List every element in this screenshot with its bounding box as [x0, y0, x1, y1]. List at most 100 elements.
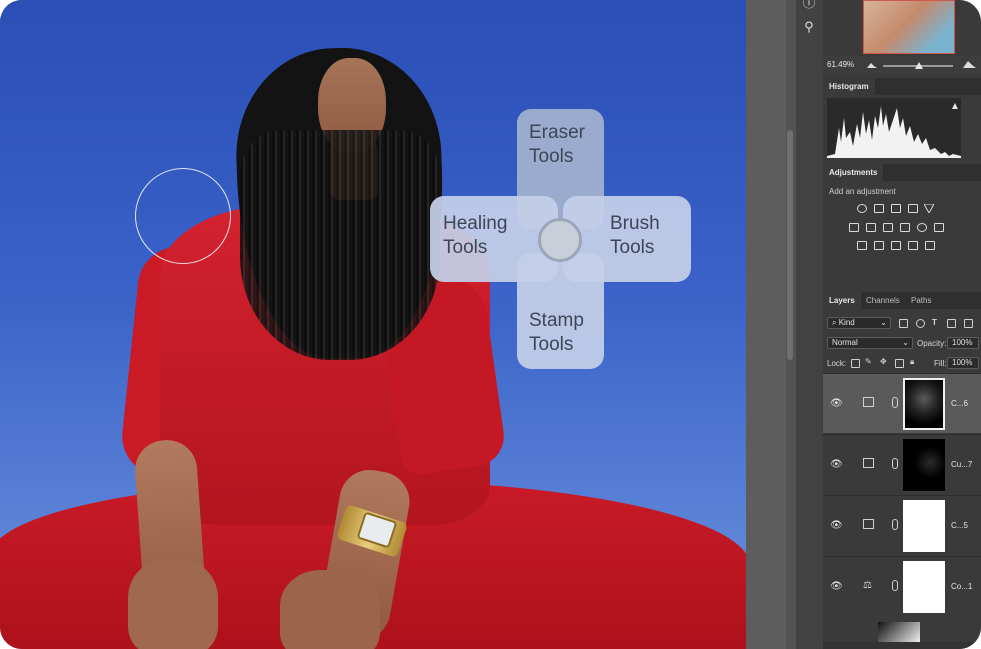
- lock-transparency-icon[interactable]: [851, 359, 860, 368]
- filter-shape-icon[interactable]: [947, 319, 956, 328]
- blend-mode-value: Normal: [832, 338, 858, 347]
- selective-color-icon[interactable]: [908, 241, 918, 250]
- hue-saturation-icon[interactable]: [849, 223, 859, 232]
- zoom-slider-knob[interactable]: [915, 62, 923, 69]
- brush-cursor-icon: [135, 168, 231, 264]
- filter-adjustment-icon[interactable]: [916, 319, 925, 328]
- layer-name: Cu...7: [951, 460, 973, 469]
- layer-mask-thumbnail[interactable]: [903, 500, 945, 552]
- tab-adjustments[interactable]: Adjustments: [823, 164, 884, 181]
- color-balance-icon[interactable]: [866, 223, 876, 232]
- curves-adjustment-icon: [863, 397, 874, 407]
- stamp-tools-label-line1: Stamp: [529, 310, 584, 331]
- exposure-icon[interactable]: [908, 204, 918, 213]
- histogram-tabbar: Histogram: [823, 78, 981, 95]
- tab-channels[interactable]: Channels: [860, 292, 906, 309]
- lock-move-icon[interactable]: ✥: [880, 357, 887, 366]
- layer-row[interactable]: 👁︎ C...5: [823, 495, 981, 555]
- gradient-map-icon[interactable]: [925, 241, 935, 250]
- link-icon[interactable]: [892, 397, 898, 408]
- layer-name: C...5: [951, 521, 968, 530]
- canvas-side-strip: [746, 0, 786, 649]
- link-icon[interactable]: [892, 458, 898, 469]
- levels-icon[interactable]: [874, 204, 884, 213]
- tab-layers[interactable]: Layers: [823, 292, 861, 309]
- photo-filter-icon[interactable]: [900, 223, 910, 232]
- filter-smart-object-icon[interactable]: [964, 319, 973, 328]
- brush-tools-button[interactable]: Brush Tools: [563, 196, 691, 282]
- add-adjustment-label: Add an adjustment: [829, 187, 896, 196]
- curves-icon[interactable]: [891, 204, 901, 213]
- filter-type-icon[interactable]: T: [932, 318, 937, 327]
- brightness-contrast-icon[interactable]: [857, 204, 867, 213]
- zoom-in-mountain-icon[interactable]: [963, 59, 976, 69]
- zoom-level[interactable]: 61.49%: [827, 60, 854, 69]
- photo-hand-right: [280, 570, 380, 649]
- adjustments-tabbar: Adjustments: [823, 164, 981, 181]
- layer-name: C...6: [951, 399, 968, 408]
- color-balance-layer-icon: ⚖︎: [863, 580, 872, 591]
- lock-label: Lock:: [827, 359, 847, 368]
- fill-label: Fill:: [934, 359, 947, 368]
- layer-mask-thumbnail[interactable]: [903, 378, 945, 430]
- photo-braids: [240, 130, 440, 360]
- zoom-out-mountain-icon[interactable]: [867, 61, 877, 69]
- link-icon[interactable]: [892, 519, 898, 530]
- layers-tabbar: Layers Channels Paths: [823, 292, 981, 309]
- invert-icon[interactable]: [857, 241, 867, 250]
- layer-mask-thumbnail[interactable]: [903, 561, 945, 613]
- image-canvas[interactable]: Eraser Tools Stamp Tools Healing Tools B…: [0, 0, 746, 649]
- layer-row[interactable]: 👁︎ ⚖︎ Co...1: [823, 556, 981, 616]
- eye-icon[interactable]: 👁︎: [830, 398, 843, 409]
- filter-pixel-icon[interactable]: [899, 319, 908, 328]
- brush-tools-label-line2: Tools: [610, 237, 655, 258]
- search-icon: ⌕: [832, 318, 837, 327]
- tool-menu-center-knob[interactable]: [538, 218, 582, 262]
- threshold-icon[interactable]: [891, 241, 901, 250]
- layers-footer-bar: [823, 642, 981, 649]
- layer-gradient-thumbnail[interactable]: [878, 622, 920, 642]
- photo-hand-left: [128, 560, 218, 649]
- vibrance-icon[interactable]: [924, 204, 934, 213]
- eye-icon[interactable]: 👁︎: [830, 459, 843, 470]
- brush-tools-label-line1: Brush: [610, 213, 660, 234]
- layer-row[interactable]: 👁︎ C...6: [823, 373, 981, 433]
- panel-toolbar: ⓘ ⚲: [796, 0, 823, 649]
- blend-mode-select[interactable]: Normal ⌄: [827, 337, 913, 349]
- fill-field[interactable]: 100%: [947, 357, 979, 369]
- layer-filter-select[interactable]: ⌕ Kind ⌄: [827, 317, 891, 329]
- layer-mask-thumbnail[interactable]: [903, 439, 945, 491]
- info-icon[interactable]: ⓘ: [800, 0, 818, 12]
- app-window: Eraser Tools Stamp Tools Healing Tools B…: [0, 0, 981, 649]
- histogram-graph: [827, 98, 961, 158]
- navigator-thumbnail[interactable]: [863, 0, 955, 54]
- opacity-label: Opacity:: [917, 339, 947, 348]
- tab-paths[interactable]: Paths: [905, 292, 937, 309]
- eye-icon[interactable]: 👁︎: [830, 520, 843, 531]
- lock-artboard-icon[interactable]: [895, 359, 904, 368]
- tab-histogram[interactable]: Histogram: [823, 78, 875, 95]
- layer-name: Co...1: [951, 582, 973, 591]
- channel-mixer-icon[interactable]: [917, 223, 927, 232]
- person-properties-icon[interactable]: ⚲: [800, 18, 818, 36]
- lock-all-icon[interactable]: 🔒︎: [910, 357, 914, 367]
- stamp-tools-label-line2: Tools: [529, 334, 574, 355]
- warning-icon[interactable]: ▲: [950, 101, 960, 112]
- panels-dock: 61.49% Histogram ▲ Adjustments Add an ad…: [823, 0, 981, 649]
- curves-adjustment-icon: [863, 458, 874, 468]
- eraser-tools-label-line1: Eraser: [529, 122, 585, 143]
- layer-filter-value: Kind: [838, 318, 855, 327]
- histogram-plot: [827, 106, 961, 158]
- vertical-scrollbar[interactable]: [787, 130, 793, 360]
- lock-paint-icon[interactable]: ✎: [865, 357, 872, 366]
- eye-icon[interactable]: 👁︎: [830, 581, 843, 592]
- posterize-icon[interactable]: [874, 241, 884, 250]
- healing-tools-label-line1: Healing: [443, 213, 508, 234]
- link-icon[interactable]: [892, 580, 898, 591]
- opacity-field[interactable]: 100%: [947, 337, 979, 349]
- eraser-tools-label-line2: Tools: [529, 146, 574, 167]
- chevron-down-icon: ⌄: [880, 318, 887, 327]
- black-white-icon[interactable]: [883, 223, 893, 232]
- color-lookup-icon[interactable]: [934, 223, 944, 232]
- layer-row[interactable]: 👁︎ Cu...7: [823, 434, 981, 494]
